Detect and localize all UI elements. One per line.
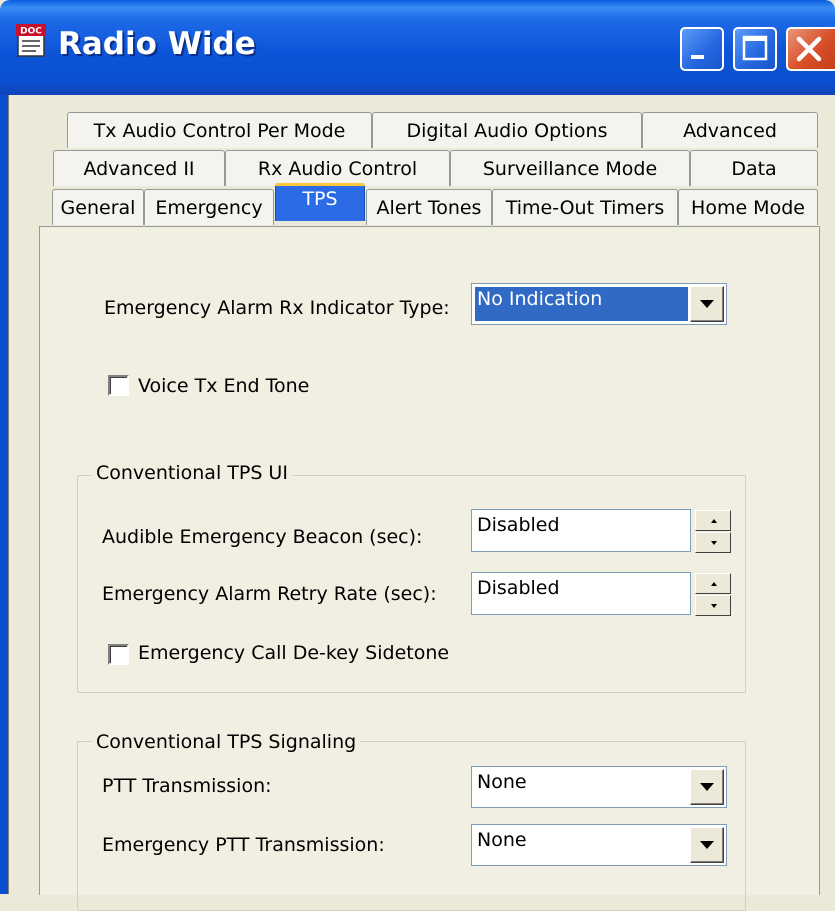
- alarm-retry-rate-label: Emergency Alarm Retry Rate (sec):: [102, 583, 437, 605]
- doc-icon: DOC: [16, 24, 46, 57]
- tab-surveillance-mode[interactable]: Surveillance Mode: [450, 150, 690, 186]
- maximize-icon: [742, 35, 768, 61]
- ptt-transmission-label: PTT Transmission:: [102, 775, 272, 797]
- spin-up-button[interactable]: [695, 573, 731, 594]
- arrow-down-icon: [711, 541, 717, 545]
- tab-advanced[interactable]: Advanced: [642, 112, 818, 148]
- emergency-ptt-transmission-combobox[interactable]: None: [471, 824, 727, 866]
- spin-down-button[interactable]: [695, 595, 731, 616]
- alarm-retry-rate-field[interactable]: Disabled: [471, 572, 691, 615]
- tab-tps[interactable]: TPS: [275, 183, 365, 221]
- voice-tx-end-tone-checkbox[interactable]: [108, 375, 129, 396]
- tps-tab-panel: Emergency Alarm Rx Indicator Type: No In…: [39, 226, 820, 911]
- window-frame: [0, 95, 8, 894]
- chevron-down-icon: [700, 783, 714, 791]
- title-bar[interactable]: DOC Radio Wide: [0, 0, 835, 95]
- tab-home-mode[interactable]: Home Mode: [678, 189, 818, 225]
- dropdown-button[interactable]: [690, 769, 724, 805]
- maximize-button[interactable]: [733, 27, 777, 71]
- tab-general[interactable]: General: [52, 189, 144, 225]
- svg-text:DOC: DOC: [20, 27, 42, 37]
- indicator-type-combobox[interactable]: No Indication: [471, 283, 727, 325]
- tab-data[interactable]: Data: [690, 150, 818, 186]
- de-key-sidetone-checkbox[interactable]: [108, 644, 129, 665]
- alarm-retry-rate-spinner[interactable]: [695, 573, 731, 617]
- arrow-up-icon: [711, 519, 717, 523]
- chevron-down-icon: [700, 841, 714, 849]
- audible-emergency-beacon-label: Audible Emergency Beacon (sec):: [102, 526, 423, 548]
- tab-alert-tones[interactable]: Alert Tones: [366, 189, 492, 225]
- minimize-button[interactable]: [680, 27, 724, 71]
- minimize-icon: [691, 55, 704, 59]
- arrow-down-icon: [711, 604, 717, 608]
- tab-emergency[interactable]: Emergency: [144, 189, 274, 225]
- window-title: Radio Wide: [58, 26, 256, 62]
- tab-digital-audio-options[interactable]: Digital Audio Options: [372, 112, 642, 148]
- dropdown-button[interactable]: [690, 286, 724, 322]
- conventional-tps-ui-title: Conventional TPS UI: [92, 462, 292, 484]
- ptt-transmission-combobox[interactable]: None: [471, 766, 727, 808]
- de-key-sidetone-label: Emergency Call De-key Sidetone: [138, 642, 450, 664]
- tab-time-out-timers[interactable]: Time-Out Timers: [492, 189, 678, 225]
- tab-tx-audio-control-per-mode[interactable]: Tx Audio Control Per Mode: [67, 112, 372, 148]
- close-icon: [796, 36, 822, 62]
- arrow-up-icon: [711, 582, 717, 586]
- radio-wide-window: DOC Radio Wide Tx Audio Control Per Mode…: [0, 0, 835, 911]
- indicator-type-value: No Indication: [477, 288, 603, 310]
- conventional-tps-signaling-title: Conventional TPS Signaling: [92, 731, 361, 753]
- spin-up-button[interactable]: [695, 510, 731, 531]
- audible-emergency-beacon-spinner[interactable]: [695, 510, 731, 554]
- spin-down-button[interactable]: [695, 532, 731, 553]
- chevron-down-icon: [700, 300, 714, 308]
- indicator-type-label: Emergency Alarm Rx Indicator Type:: [104, 297, 450, 319]
- voice-tx-end-tone-label: Voice Tx End Tone: [138, 375, 310, 397]
- tab-rx-audio-control[interactable]: Rx Audio Control: [225, 150, 450, 186]
- audible-emergency-beacon-field[interactable]: Disabled: [471, 509, 691, 552]
- emergency-ptt-transmission-label: Emergency PTT Transmission:: [102, 834, 385, 856]
- tab-advanced-ii[interactable]: Advanced II: [53, 150, 225, 186]
- close-button[interactable]: [786, 27, 835, 71]
- dropdown-button[interactable]: [690, 827, 724, 863]
